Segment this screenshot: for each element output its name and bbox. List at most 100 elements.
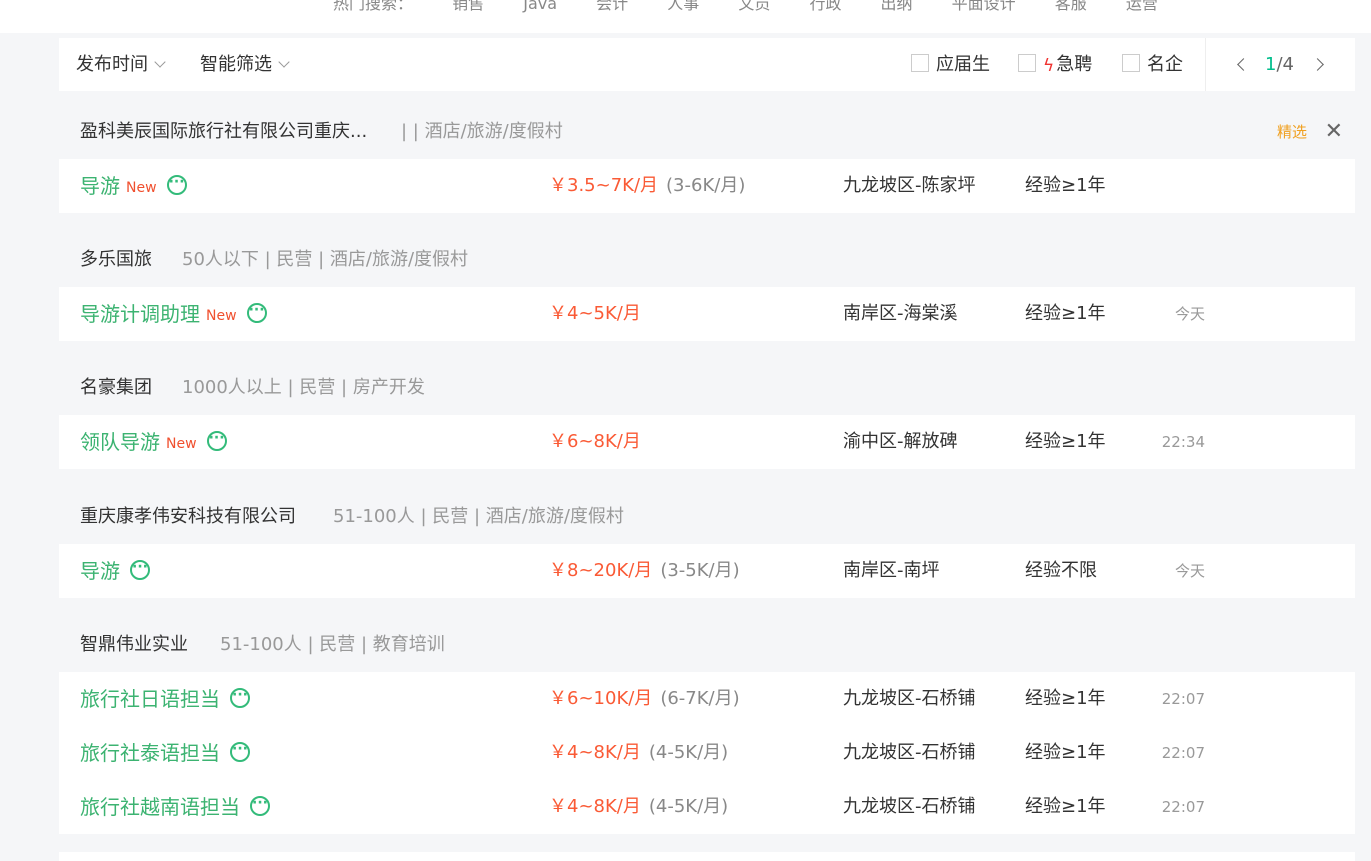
checkbox-box[interactable] [911, 54, 929, 72]
salary: ￥4~8K/月 (4-5K/月) [549, 726, 728, 780]
post-time: 22:07 [1161, 798, 1205, 816]
job-experience: 经验不限 [1025, 560, 1097, 581]
job-location: 渝中区-解放碑 [843, 431, 958, 452]
publish-time-label: 发布时间 [76, 54, 148, 75]
chat-icon[interactable]: ··· [246, 302, 267, 323]
company-meta: 51-100人 | 民营 | 教育培训 [220, 634, 445, 655]
graduate-label: 应届生 [936, 54, 990, 75]
job-title[interactable]: 旅行社越南语担当 ··· [80, 780, 270, 834]
chat-icon[interactable]: ··· [230, 687, 250, 708]
close-icon[interactable]: ✕ [1325, 105, 1343, 159]
chat-icon[interactable]: ··· [206, 430, 227, 451]
job-experience: 经验≥1年 [1025, 796, 1106, 817]
chevron-down-icon [278, 56, 290, 68]
company-meta: 1000人以上 | 民营 | 房产开发 [182, 377, 425, 398]
job-row[interactable]: 旅行社越南语担当 ··· ￥4~8K/月 (4-5K/月) 九龙坡区-石桥铺 经验≥… [59, 780, 1355, 834]
next-company-card [59, 852, 1355, 861]
chevron-right-icon[interactable] [1311, 58, 1324, 71]
salary-value: ￥4~5K/月 [549, 303, 641, 324]
job-title-text[interactable]: 导游 [80, 559, 120, 583]
job-title-text[interactable]: 领队导游 [80, 430, 160, 454]
company-header: 名豪集团 1000人以上 | 民营 | 房产开发 [59, 361, 1355, 415]
post-time: 今天 [1174, 562, 1205, 580]
smart-filter-label: 智能筛选 [200, 54, 272, 75]
job-location: 九龙坡区-石桥铺 [843, 796, 976, 817]
chat-icon[interactable]: ··· [230, 741, 250, 762]
hot-search-term[interactable]: 平面设计 [952, 0, 1016, 13]
famous-company-checkbox[interactable]: 名企 [1122, 38, 1183, 91]
hot-search-term[interactable]: 文员 [738, 0, 770, 13]
company-meta: 50人以下 | 民营 | 酒店/旅游/度假村 [182, 249, 469, 270]
hot-search-term[interactable]: 客服 [1055, 0, 1087, 13]
job-location: 南岸区-海棠溪 [843, 303, 958, 324]
smart-filter-dropdown[interactable]: 智能筛选 [200, 38, 290, 91]
chevron-down-icon [154, 56, 166, 68]
checkbox-box[interactable] [1018, 54, 1036, 72]
new-badge: New [166, 436, 197, 452]
hot-search-term[interactable]: 会计 [596, 0, 628, 13]
company-header: 多乐国旅 50人以下 | 民营 | 酒店/旅游/度假村 [59, 233, 1355, 287]
job-title-text[interactable]: 导游 [80, 174, 120, 198]
urgent-checkbox[interactable]: ϟ 急聘 [1018, 38, 1092, 91]
company-header: 重庆康孝伟安科技有限公司 51-100人 | 民营 | 酒店/旅游/度假村 [59, 490, 1355, 544]
salary: ￥8~20K/月 (3-5K/月) [549, 544, 740, 598]
salary: ￥6~8K/月 [549, 415, 641, 469]
job-title[interactable]: 旅行社泰语担当 ··· [80, 726, 250, 780]
job-title[interactable]: 导游计调助理 New ··· [80, 287, 267, 344]
job-row[interactable]: 导游计调助理 New ··· ￥4~5K/月 南岸区-海棠溪 经验≥1年 今天 [59, 287, 1355, 341]
salary-value: ￥4~8K/月 [549, 796, 641, 817]
pagination: 1/4 [1219, 38, 1355, 91]
company-header: 智鼎伟业实业 51-100人 | 民营 | 教育培训 [59, 618, 1355, 672]
page-indicator: 1/4 [1265, 38, 1294, 91]
hot-search-label: 热门搜索： [333, 0, 414, 13]
hot-search-term[interactable]: 出纳 [881, 0, 913, 13]
job-row[interactable]: 领队导游 New ··· ￥6~8K/月 渝中区-解放碑 经验≥1年 22:34 [59, 415, 1355, 469]
job-row[interactable]: 旅行社日语担当 ··· ￥6~10K/月 (6-7K/月) 九龙坡区-石桥铺 经验≥… [59, 672, 1355, 726]
salary-value: ￥6~10K/月 [549, 688, 653, 709]
job-title[interactable]: 旅行社日语担当 ··· [80, 672, 250, 726]
job-location: 九龙坡区-石桥铺 [843, 742, 976, 763]
company-name[interactable]: 智鼎伟业实业 [80, 618, 188, 672]
hot-search-term[interactable]: 行政 [809, 0, 841, 13]
chevron-left-icon[interactable] [1237, 58, 1250, 71]
job-row[interactable]: 导游 ··· ￥8~20K/月 (3-5K/月) 南岸区-南坪 经验不限 今天 [59, 544, 1355, 598]
job-experience: 经验≥1年 [1025, 742, 1106, 763]
featured-badge: 精选 [1276, 123, 1307, 141]
hot-search-term[interactable]: 人事 [667, 0, 699, 13]
company-header: 盈科美辰国际旅行社有限公司重庆... | | 酒店/旅游/度假村 精选 ✕ [59, 105, 1355, 159]
company-name[interactable]: 名豪集团 [80, 361, 152, 415]
job-title[interactable]: 领队导游 New ··· [80, 415, 227, 472]
job-experience: 经验≥1年 [1025, 431, 1106, 452]
current-page: 1 [1265, 54, 1277, 75]
company-name[interactable]: 多乐国旅 [80, 233, 152, 287]
graduate-checkbox[interactable]: 应届生 [911, 38, 990, 91]
salary: ￥6~10K/月 (6-7K/月) [549, 672, 740, 726]
company-name[interactable]: 重庆康孝伟安科技有限公司 [80, 490, 296, 544]
job-title-text[interactable]: 旅行社泰语担当 [80, 741, 220, 765]
hot-search-term[interactable]: 销售 [452, 0, 484, 13]
company-name[interactable]: 盈科美辰国际旅行社有限公司重庆... [80, 105, 367, 159]
chat-icon[interactable]: ··· [130, 559, 150, 580]
checkbox-box[interactable] [1122, 54, 1140, 72]
company-meta: 51-100人 | 民营 | 酒店/旅游/度假村 [333, 506, 624, 527]
chat-icon[interactable]: ··· [166, 174, 187, 195]
publish-time-dropdown[interactable]: 发布时间 [76, 38, 166, 91]
hot-search-bar: 热门搜索： 销售 Java 会计 人事 文员 行政 出纳 平面设计 客服 运营 [0, 0, 1371, 33]
salary-range: (3-5K/月) [660, 560, 740, 581]
post-time: 22:34 [1161, 433, 1205, 451]
salary: ￥4~8K/月 (4-5K/月) [549, 780, 728, 834]
job-title[interactable]: 导游 ··· [80, 544, 150, 598]
hot-search-term[interactable]: 运营 [1126, 0, 1158, 13]
job-row[interactable]: 导游 New ··· ￥3.5~7K/月 (3-6K/月) 九龙坡区-陈家坪 经验≥1… [59, 159, 1355, 213]
salary: ￥4~5K/月 [549, 287, 641, 341]
job-title-text[interactable]: 旅行社日语担当 [80, 687, 220, 711]
job-title[interactable]: 导游 New ··· [80, 159, 187, 216]
job-title-text[interactable]: 旅行社越南语担当 [80, 795, 240, 819]
job-title-text[interactable]: 导游计调助理 [80, 302, 200, 326]
lightning-icon: ϟ [1043, 56, 1055, 76]
total-pages: /4 [1276, 54, 1294, 75]
job-row[interactable]: 旅行社泰语担当 ··· ￥4~8K/月 (4-5K/月) 九龙坡区-石桥铺 经验≥1… [59, 726, 1355, 780]
salary: ￥3.5~7K/月 (3-6K/月) [549, 159, 745, 213]
hot-search-term[interactable]: Java [523, 0, 557, 13]
chat-icon[interactable]: ··· [250, 795, 270, 816]
